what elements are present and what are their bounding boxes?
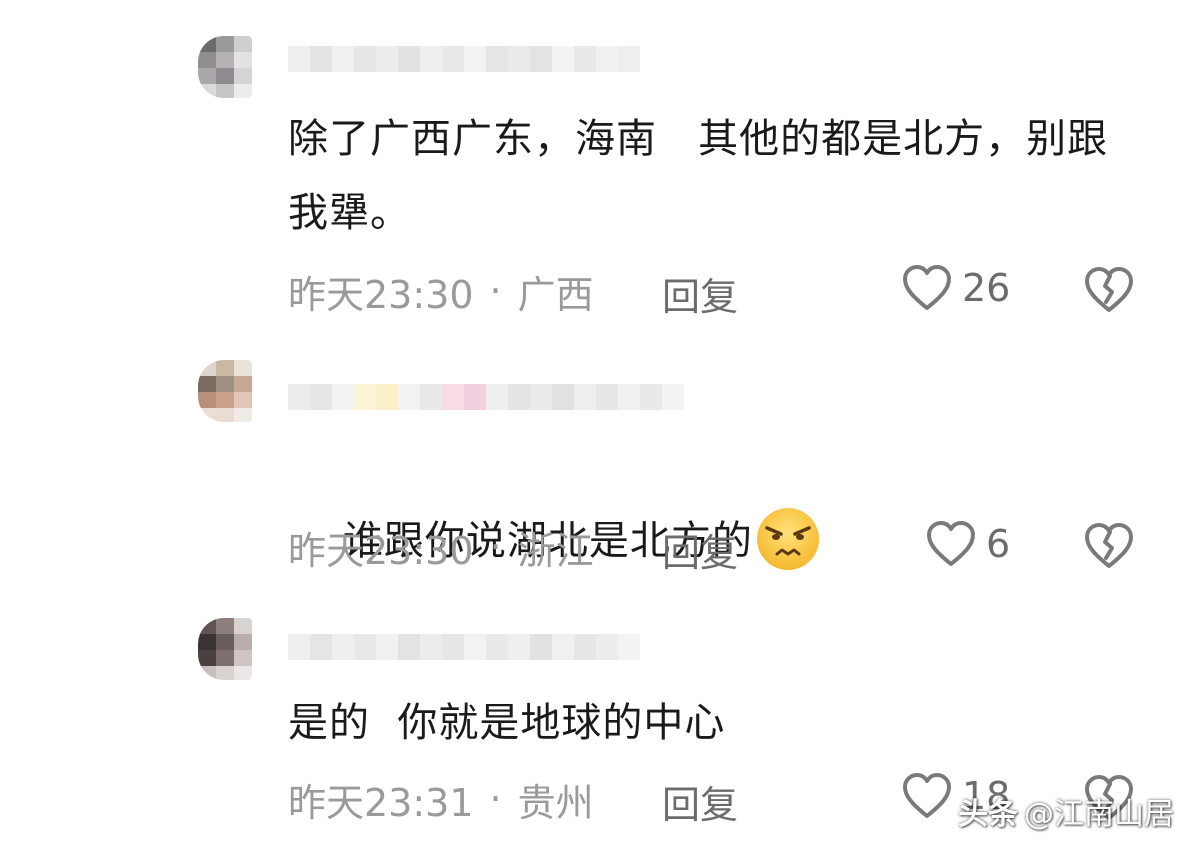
like-button[interactable]: 26 — [902, 264, 1010, 312]
dislike-button[interactable] — [1084, 522, 1134, 574]
comment-timestamp: 昨天23:30 — [288, 272, 474, 317]
reply-button[interactable]: 回复 — [662, 266, 738, 321]
comment-location: 浙江 — [517, 528, 594, 573]
comment-meta: 昨天23:30 · 浙江 — [288, 522, 594, 573]
like-count: 26 — [962, 266, 1011, 310]
comment-location: 贵州 — [517, 780, 594, 825]
username-blurred[interactable] — [288, 382, 684, 412]
heart-outline-icon — [927, 521, 975, 566]
comment-meta: 昨天23:30 · 广西 — [288, 266, 594, 317]
broken-heart-icon — [1085, 267, 1133, 312]
watermark-account: @江南山居 — [1024, 797, 1174, 832]
avatar[interactable] — [198, 618, 252, 680]
meta-separator: · — [489, 525, 502, 569]
watermark: 头条 @江南山居 — [958, 789, 1174, 833]
comment-item-1: 除了广西广东，海南 其他的都是北方，别跟我犟。 昨天23:30 · 广西 回复 … — [0, 0, 1200, 330]
dislike-button[interactable] — [1084, 266, 1134, 318]
reply-button[interactable]: 回复 — [662, 774, 738, 829]
comment-item-2: 谁跟你说湖北是北方的 昨天23:30 · 浙江 回复 6 — [0, 330, 1200, 580]
like-count: 6 — [986, 522, 1011, 566]
comment-timestamp: 昨天23:30 — [288, 528, 474, 573]
frowning-face-emoji-icon — [756, 508, 819, 570]
broken-heart-icon — [1085, 523, 1133, 568]
comment-meta: 昨天23:31 · 贵州 — [288, 774, 594, 825]
username-blurred[interactable] — [288, 632, 640, 662]
comment-text: 是的 你就是地球的中心 — [288, 700, 726, 746]
watermark-platform: 头条 — [958, 797, 1018, 832]
avatar[interactable] — [198, 36, 252, 98]
avatar[interactable] — [198, 360, 252, 422]
meta-separator: · — [489, 269, 502, 313]
like-button[interactable]: 6 — [926, 520, 1010, 568]
username-blurred[interactable] — [288, 44, 640, 74]
heart-outline-icon — [903, 773, 951, 818]
heart-outline-icon — [903, 265, 951, 310]
reply-button[interactable]: 回复 — [662, 522, 738, 577]
comment-timestamp: 昨天23:31 — [288, 780, 474, 825]
comment-text: 除了广西广东，海南 其他的都是北方，别跟我犟。 — [288, 116, 1109, 236]
comment-location: 广西 — [517, 272, 594, 317]
meta-separator: · — [489, 777, 502, 821]
